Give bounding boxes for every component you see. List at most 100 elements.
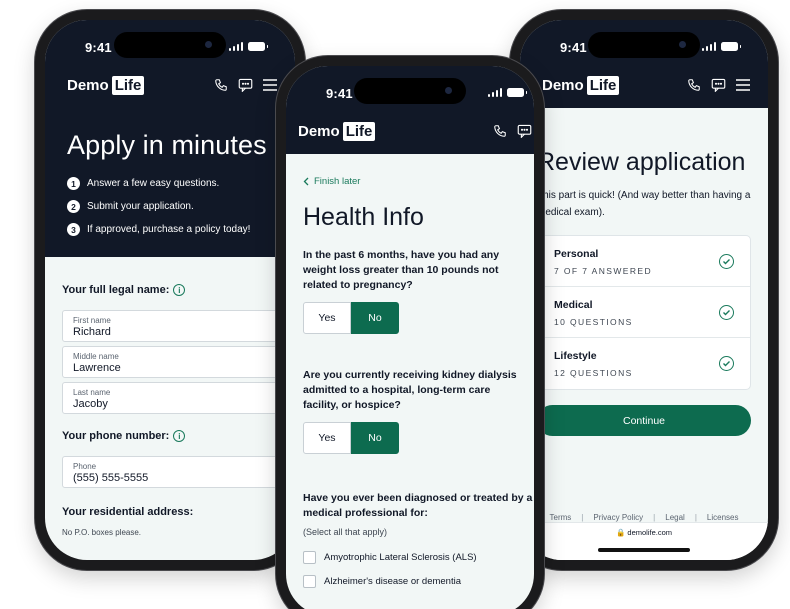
name-label-text: Your full legal name: [62, 284, 170, 296]
status-time: 9:41 [326, 86, 353, 101]
logo-demo: Demo [298, 123, 340, 140]
logo-life: Life [111, 76, 145, 95]
logo-demo: Demo [542, 77, 584, 94]
chat-icon[interactable] [517, 124, 532, 138]
condition-option[interactable]: Amyotrophic Lateral Sclerosis (ALS) [303, 551, 528, 564]
status-icons [228, 42, 268, 51]
health-form: Finish later Health Info In the past 6 m… [303, 176, 532, 588]
apply-form: Your full legal name: i First name Richar… [62, 284, 295, 537]
info-icon[interactable]: i [173, 284, 186, 296]
select-all-note: (Select all that apply) [303, 527, 388, 537]
step-number: 3 [67, 223, 80, 236]
battery-icon [721, 42, 741, 51]
status-time: 9:41 [560, 40, 587, 55]
finish-later-link[interactable]: Finish later [303, 176, 528, 187]
footer-terms-link[interactable]: Terms [550, 513, 572, 522]
phone-icon[interactable] [687, 78, 701, 92]
app-navbar: Demo Life [286, 110, 534, 154]
review-row-personal[interactable]: Personal 7 OF 7 ANSWERED [538, 236, 750, 287]
chat-icon[interactable] [711, 78, 726, 92]
first-name-field[interactable]: First name Richard [62, 310, 295, 342]
no-button[interactable]: No [351, 302, 399, 334]
step-item: 2 Submit your application. [67, 200, 273, 213]
condition-label: Alzheimer's disease or dementia [324, 576, 461, 587]
demolife-logo[interactable]: Demo Life [542, 76, 620, 95]
chat-icon[interactable] [238, 78, 253, 92]
apply-screen: 9:41 Demo Life Apply in minutes 1 Answer … [45, 20, 295, 560]
review-card: Personal 7 OF 7 ANSWERED Medical 10 QUES… [537, 235, 751, 390]
chevron-left-icon [303, 177, 309, 186]
checkbox[interactable] [303, 551, 316, 564]
menu-icon[interactable] [736, 79, 750, 91]
footer-links: Terms | Privacy Policy | Legal | Licenses [549, 513, 739, 522]
condition-option[interactable]: Alzheimer's disease or dementia [303, 575, 528, 588]
step-number: 1 [67, 177, 80, 190]
app-navbar: Demo Life [45, 64, 295, 108]
phone-field-label: Phone [73, 462, 97, 471]
nav-icons [214, 78, 277, 92]
question-weight-loss: In the past 6 months, have you had any w… [303, 249, 500, 291]
info-icon[interactable]: i [173, 430, 186, 442]
review-row-lifestyle[interactable]: Lifestyle 12 QUESTIONS [538, 338, 750, 389]
footer-legal-link[interactable]: Legal [665, 513, 685, 522]
app-navbar: Demo Life [520, 64, 768, 108]
step-item: 3 If approved, purchase a policy today! [67, 223, 273, 236]
status-icons [487, 88, 527, 97]
phone-field[interactable]: Phone (555) 555-5555 [62, 456, 295, 488]
name-label: Your full legal name: i [62, 284, 295, 296]
yes-button[interactable]: Yes [303, 422, 351, 454]
nav-icons [493, 124, 532, 138]
signal-icon [228, 42, 243, 51]
address-label: Your residential address: [62, 506, 194, 518]
phone-field-value: (555) 555-5555 [73, 472, 149, 484]
logo-life: Life [586, 76, 620, 95]
checkbox[interactable] [303, 575, 316, 588]
phone-icon[interactable] [493, 124, 507, 138]
step-item: 1 Answer a few easy questions. [67, 177, 273, 190]
phone-icon[interactable] [214, 78, 228, 92]
review-screen: 9:41 Demo Life Review application This p… [520, 20, 768, 560]
yes-button[interactable]: Yes [303, 302, 351, 334]
health-screen: 9:41 Demo Life Finish later Health Info [286, 66, 534, 609]
continue-button[interactable]: Continue [537, 405, 751, 436]
first-name-value: Richard [73, 326, 111, 338]
logo-demo: Demo [67, 77, 109, 94]
battery-icon [507, 88, 527, 97]
middle-name-label: Middle name [73, 352, 119, 361]
nav-icons [687, 78, 750, 92]
dynamic-island [588, 32, 700, 58]
phone-label-text: Your phone number: [62, 430, 170, 442]
status-icons [701, 42, 741, 51]
no-button[interactable]: No [351, 422, 399, 454]
address-note: No P.O. boxes please. [62, 528, 142, 537]
page-title: Review application [537, 148, 746, 176]
dynamic-island [354, 78, 466, 104]
dialysis-toggle: Yes No [303, 422, 528, 454]
review-header: Review application This part is quick! (… [537, 148, 751, 221]
weight-loss-toggle: Yes No [303, 302, 528, 334]
middle-name-field[interactable]: Middle name Lawrence [62, 346, 295, 378]
menu-icon[interactable] [263, 79, 277, 91]
last-name-value: Jacoby [73, 398, 108, 410]
first-name-label: First name [73, 316, 111, 325]
url-display: 🔒 demolife.com [520, 528, 768, 537]
logo-life: Life [342, 122, 376, 141]
finish-later-text: Finish later [314, 176, 361, 187]
question-diagnosed: Have you ever been diagnosed or treated … [303, 492, 533, 519]
apply-hero: Apply in minutes 1 Answer a few easy ques… [45, 108, 295, 257]
footer-privacy-link[interactable]: Privacy Policy [593, 513, 643, 522]
browser-url-bar[interactable]: 🔒 demolife.com [520, 522, 768, 560]
demolife-logo[interactable]: Demo Life [67, 76, 145, 95]
demolife-logo[interactable]: Demo Life [298, 122, 376, 141]
battery-icon [248, 42, 268, 51]
url-text: demolife.com [627, 528, 673, 537]
dynamic-island [114, 32, 226, 58]
page-title: Health Info [303, 203, 424, 231]
signal-icon [701, 42, 716, 51]
home-indicator [598, 548, 690, 552]
middle-name-value: Lawrence [73, 362, 121, 374]
lock-icon: 🔒 [615, 528, 626, 537]
footer-licenses-link[interactable]: Licenses [707, 513, 739, 522]
review-row-medical[interactable]: Medical 10 QUESTIONS [538, 287, 750, 338]
last-name-field[interactable]: Last name Jacoby [62, 382, 295, 414]
